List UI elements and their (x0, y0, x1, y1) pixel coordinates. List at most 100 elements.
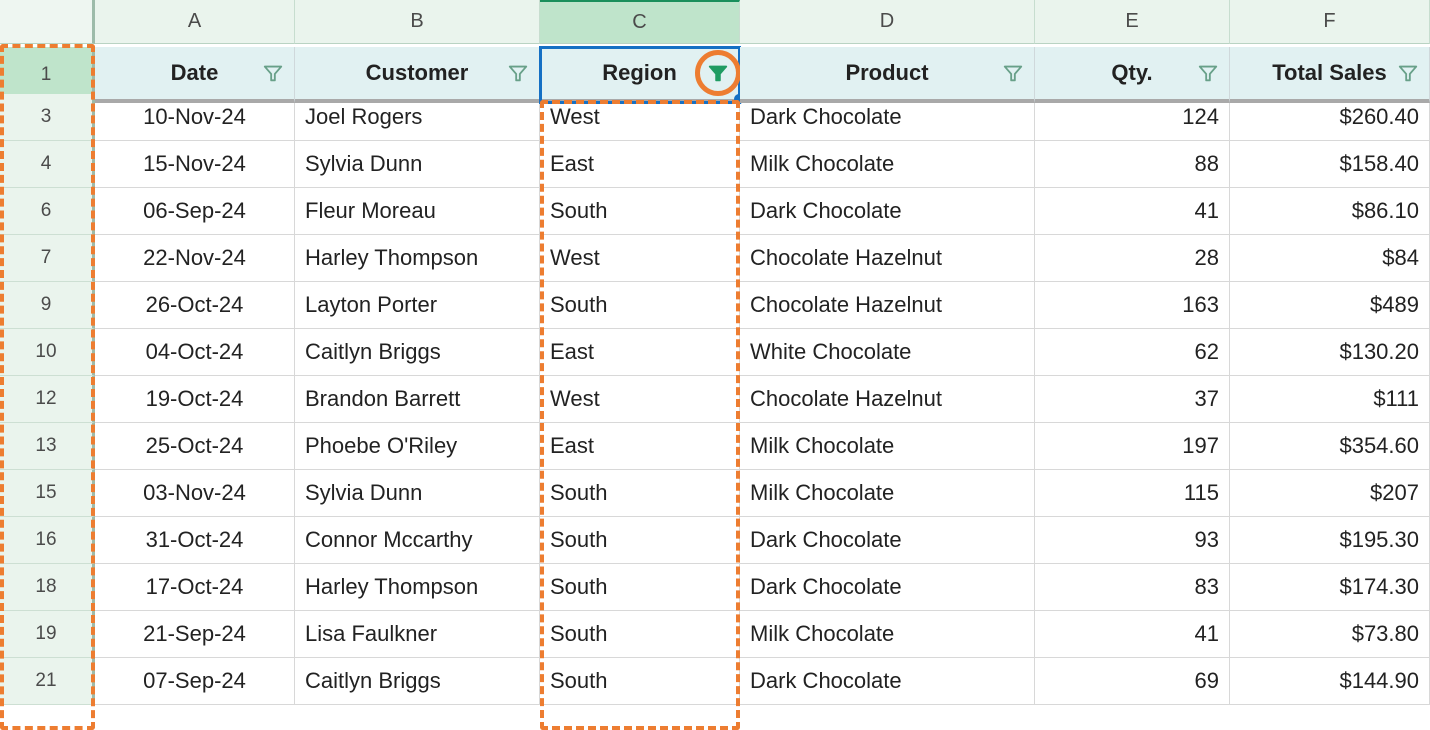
row-header[interactable]: 3 (0, 94, 95, 141)
cell-region[interactable]: South (540, 517, 740, 564)
cell-product[interactable]: Chocolate Hazelnut (740, 376, 1035, 423)
cell-product[interactable]: Dark Chocolate (740, 658, 1035, 705)
cell-product[interactable]: Dark Chocolate (740, 188, 1035, 235)
row-header[interactable]: 13 (0, 423, 95, 470)
cell-qty[interactable]: 69 (1035, 658, 1230, 705)
column-header-A[interactable]: A (95, 0, 295, 44)
filter-icon[interactable] (1000, 60, 1026, 86)
cell-product[interactable]: Dark Chocolate (740, 517, 1035, 564)
cell-date[interactable]: 07-Sep-24 (95, 658, 295, 705)
cell-customer[interactable]: Sylvia Dunn (295, 141, 540, 188)
filter-icon[interactable] (1395, 60, 1421, 86)
cell-customer[interactable]: Sylvia Dunn (295, 470, 540, 517)
column-header-E[interactable]: E (1035, 0, 1230, 44)
cell-region[interactable]: East (540, 141, 740, 188)
cell-region[interactable]: South (540, 188, 740, 235)
row-header[interactable]: 4 (0, 141, 95, 188)
table-header-region[interactable]: Region (540, 47, 740, 103)
filter-icon[interactable] (1195, 60, 1221, 86)
column-header-C[interactable]: C (540, 0, 740, 44)
cell-region[interactable]: West (540, 235, 740, 282)
cell-qty[interactable]: 62 (1035, 329, 1230, 376)
cell-region[interactable]: South (540, 282, 740, 329)
filter-icon[interactable] (260, 60, 286, 86)
row-header[interactable]: 10 (0, 329, 95, 376)
cell-total[interactable]: $73.80 (1230, 611, 1430, 658)
row-header[interactable]: 19 (0, 611, 95, 658)
cell-date[interactable]: 06-Sep-24 (95, 188, 295, 235)
cell-qty[interactable]: 197 (1035, 423, 1230, 470)
cell-customer[interactable]: Fleur Moreau (295, 188, 540, 235)
row-header[interactable]: 12 (0, 376, 95, 423)
cell-qty[interactable]: 93 (1035, 517, 1230, 564)
row-header[interactable]: 15 (0, 470, 95, 517)
cell-date[interactable]: 25-Oct-24 (95, 423, 295, 470)
cell-date[interactable]: 15-Nov-24 (95, 141, 295, 188)
cell-customer[interactable]: Harley Thompson (295, 235, 540, 282)
cell-date[interactable]: 31-Oct-24 (95, 517, 295, 564)
row-header[interactable]: 18 (0, 564, 95, 611)
cell-date[interactable]: 22-Nov-24 (95, 235, 295, 282)
cell-qty[interactable]: 37 (1035, 376, 1230, 423)
cell-customer[interactable]: Brandon Barrett (295, 376, 540, 423)
cell-total[interactable]: $84 (1230, 235, 1430, 282)
cell-customer[interactable]: Caitlyn Briggs (295, 658, 540, 705)
cell-product[interactable]: Milk Chocolate (740, 470, 1035, 517)
filter-icon[interactable] (705, 60, 731, 86)
table-header-total-sales[interactable]: Total Sales (1230, 47, 1430, 103)
cell-product[interactable]: White Chocolate (740, 329, 1035, 376)
table-header-qty-[interactable]: Qty. (1035, 47, 1230, 103)
cell-qty[interactable]: 163 (1035, 282, 1230, 329)
cell-customer[interactable]: Harley Thompson (295, 564, 540, 611)
cell-region[interactable]: East (540, 423, 740, 470)
cell-product[interactable]: Milk Chocolate (740, 611, 1035, 658)
select-all-corner[interactable] (0, 0, 95, 44)
cell-region[interactable]: East (540, 329, 740, 376)
cell-total[interactable]: $354.60 (1230, 423, 1430, 470)
cell-total[interactable]: $130.20 (1230, 329, 1430, 376)
cell-qty[interactable]: 41 (1035, 611, 1230, 658)
cell-date[interactable]: 03-Nov-24 (95, 470, 295, 517)
cell-product[interactable]: Milk Chocolate (740, 141, 1035, 188)
cell-qty[interactable]: 28 (1035, 235, 1230, 282)
cell-date[interactable]: 04-Oct-24 (95, 329, 295, 376)
cell-total[interactable]: $174.30 (1230, 564, 1430, 611)
row-header[interactable]: 9 (0, 282, 95, 329)
cell-region[interactable]: South (540, 658, 740, 705)
cell-total[interactable]: $86.10 (1230, 188, 1430, 235)
cell-product[interactable]: Dark Chocolate (740, 564, 1035, 611)
cell-region[interactable]: West (540, 376, 740, 423)
cell-qty[interactable]: 83 (1035, 564, 1230, 611)
cell-region[interactable]: South (540, 564, 740, 611)
cell-customer[interactable]: Phoebe O'Riley (295, 423, 540, 470)
cell-date[interactable]: 17-Oct-24 (95, 564, 295, 611)
cell-qty[interactable]: 41 (1035, 188, 1230, 235)
cell-region[interactable]: South (540, 470, 740, 517)
cell-customer[interactable]: Connor Mccarthy (295, 517, 540, 564)
table-header-date[interactable]: Date (95, 47, 295, 103)
cell-qty[interactable]: 115 (1035, 470, 1230, 517)
cell-date[interactable]: 19-Oct-24 (95, 376, 295, 423)
cell-total[interactable]: $195.30 (1230, 517, 1430, 564)
row-header[interactable]: 21 (0, 658, 95, 705)
table-header-customer[interactable]: Customer (295, 47, 540, 103)
row-header[interactable]: 6 (0, 188, 95, 235)
cell-total[interactable]: $111 (1230, 376, 1430, 423)
row-header[interactable]: 7 (0, 235, 95, 282)
cell-region[interactable]: South (540, 611, 740, 658)
cell-product[interactable]: Chocolate Hazelnut (740, 282, 1035, 329)
cell-date[interactable]: 26-Oct-24 (95, 282, 295, 329)
column-header-B[interactable]: B (295, 0, 540, 44)
cell-customer[interactable]: Layton Porter (295, 282, 540, 329)
cell-total[interactable]: $144.90 (1230, 658, 1430, 705)
cell-qty[interactable]: 88 (1035, 141, 1230, 188)
cell-customer[interactable]: Lisa Faulkner (295, 611, 540, 658)
column-header-F[interactable]: F (1230, 0, 1430, 44)
cell-total[interactable]: $158.40 (1230, 141, 1430, 188)
cell-date[interactable]: 21-Sep-24 (95, 611, 295, 658)
cell-product[interactable]: Chocolate Hazelnut (740, 235, 1035, 282)
column-header-D[interactable]: D (740, 0, 1035, 44)
table-header-product[interactable]: Product (740, 47, 1035, 103)
filter-icon[interactable] (505, 60, 531, 86)
cell-total[interactable]: $489 (1230, 282, 1430, 329)
